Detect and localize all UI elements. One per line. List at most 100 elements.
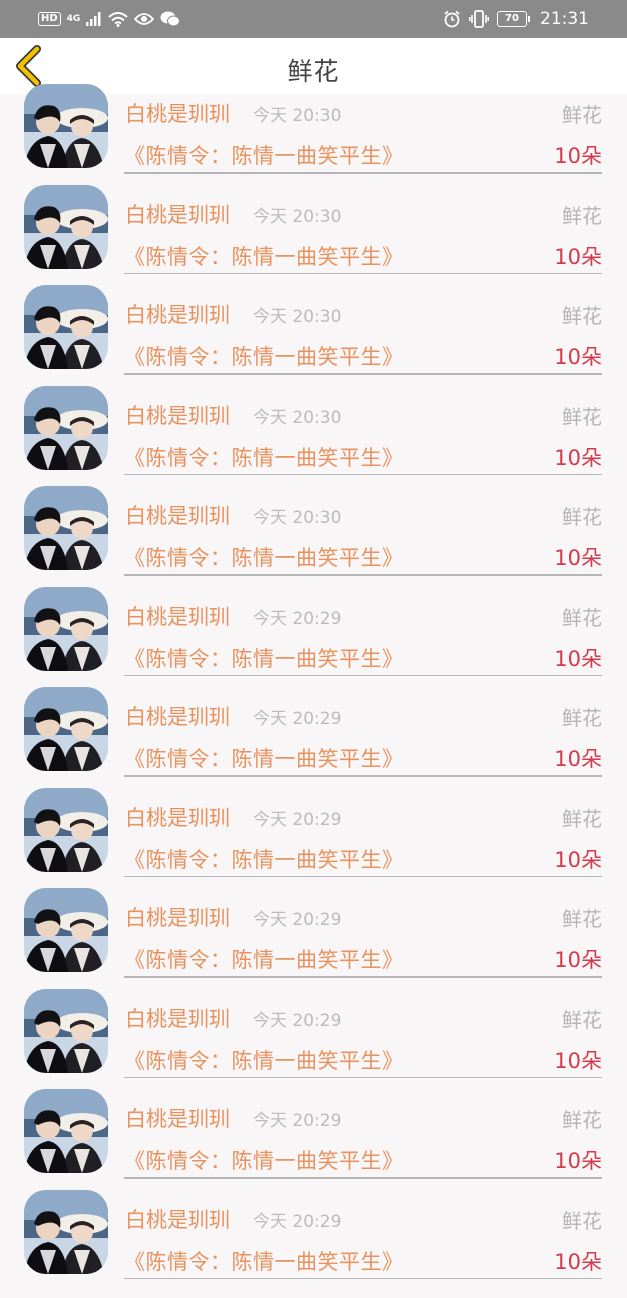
avatar[interactable] bbox=[24, 587, 108, 671]
alarm-icon bbox=[443, 10, 461, 28]
work-title: 《陈情令：陈情一曲笑平生》 bbox=[124, 140, 404, 170]
avatar[interactable] bbox=[24, 185, 108, 269]
list-item[interactable]: 白桃是玔玔 今天 20:29 鲜花 《陈情令：陈情一曲笑平生》 10朵 bbox=[0, 896, 627, 997]
list-item[interactable]: 白桃是玔玔 今天 20:30 鲜花 《陈情令：陈情一曲笑平生》 10朵 bbox=[0, 293, 627, 394]
work-title: 《陈情令：陈情一曲笑平生》 bbox=[124, 1145, 404, 1175]
work-title: 《陈情令：陈情一曲笑平生》 bbox=[124, 1246, 404, 1276]
wechat-icon bbox=[160, 11, 180, 27]
battery-icon: 70 bbox=[497, 11, 530, 27]
avatar[interactable] bbox=[24, 1089, 108, 1173]
divider bbox=[124, 273, 602, 275]
gift-type: 鲜花 bbox=[562, 501, 602, 530]
avatar[interactable] bbox=[24, 84, 108, 168]
gift-time: 今天 20:29 bbox=[253, 1106, 341, 1131]
divider bbox=[124, 373, 602, 375]
clock: 21:31 bbox=[540, 9, 589, 29]
list-item[interactable]: 白桃是玔玔 今天 20:30 鲜花 《陈情令：陈情一曲笑平生》 10朵 bbox=[0, 394, 627, 495]
work-title: 《陈情令：陈情一曲笑平生》 bbox=[124, 743, 404, 773]
divider bbox=[124, 172, 602, 174]
gift-type: 鲜花 bbox=[562, 602, 602, 631]
gift-type: 鲜花 bbox=[562, 200, 602, 229]
work-title: 《陈情令：陈情一曲笑平生》 bbox=[124, 844, 404, 874]
sender-name: 白桃是玔玔 bbox=[125, 299, 230, 329]
list-item[interactable]: 白桃是玔玔 今天 20:29 鲜花 《陈情令：陈情一曲笑平生》 10朵 bbox=[0, 1097, 627, 1198]
gift-count: 10朵 bbox=[554, 743, 602, 773]
gift-time: 今天 20:30 bbox=[253, 101, 341, 126]
gift-type: 鲜花 bbox=[562, 99, 602, 128]
work-title: 《陈情令：陈情一曲笑平生》 bbox=[124, 241, 404, 271]
list-item[interactable]: 白桃是玔玔 今天 20:29 鲜花 《陈情令：陈情一曲笑平生》 10朵 bbox=[0, 997, 627, 1098]
gift-count: 10朵 bbox=[554, 542, 602, 572]
avatar[interactable] bbox=[24, 285, 108, 369]
gift-time: 今天 20:29 bbox=[253, 1207, 341, 1232]
gift-count: 10朵 bbox=[554, 241, 602, 271]
divider bbox=[124, 876, 602, 878]
work-title: 《陈情令：陈情一曲笑平生》 bbox=[124, 542, 404, 572]
network-type: 4G bbox=[67, 15, 81, 24]
divider bbox=[124, 574, 602, 576]
list-item[interactable]: 白桃是玔玔 今天 20:29 鲜花 《陈情令：陈情一曲笑平生》 10朵 bbox=[0, 1198, 627, 1298]
gift-time: 今天 20:30 bbox=[253, 503, 341, 528]
gift-time: 今天 20:29 bbox=[253, 604, 341, 629]
eye-icon bbox=[134, 12, 154, 26]
list-item[interactable]: 白桃是玔玔 今天 20:29 鲜花 《陈情令：陈情一曲笑平生》 10朵 bbox=[0, 796, 627, 897]
hd-badge: HD bbox=[38, 12, 61, 26]
gift-count: 10朵 bbox=[554, 944, 602, 974]
sender-name: 白桃是玔玔 bbox=[125, 1204, 230, 1234]
sender-name: 白桃是玔玔 bbox=[125, 601, 230, 631]
gift-type: 鲜花 bbox=[562, 401, 602, 430]
gift-type: 鲜花 bbox=[562, 300, 602, 329]
signal-icon bbox=[86, 12, 102, 26]
gift-count: 10朵 bbox=[554, 844, 602, 874]
gift-type: 鲜花 bbox=[562, 1205, 602, 1234]
avatar[interactable] bbox=[24, 788, 108, 872]
work-title: 《陈情令：陈情一曲笑平生》 bbox=[124, 944, 404, 974]
gift-count: 10朵 bbox=[554, 1045, 602, 1075]
divider bbox=[124, 1177, 602, 1179]
work-title: 《陈情令：陈情一曲笑平生》 bbox=[124, 442, 404, 472]
divider bbox=[124, 976, 602, 978]
sender-name: 白桃是玔玔 bbox=[125, 1003, 230, 1033]
sender-name: 白桃是玔玔 bbox=[125, 199, 230, 229]
gift-count: 10朵 bbox=[554, 1246, 602, 1276]
divider bbox=[124, 1278, 602, 1280]
sender-name: 白桃是玔玔 bbox=[125, 1103, 230, 1133]
gift-time: 今天 20:29 bbox=[253, 704, 341, 729]
list-item[interactable]: 白桃是玔玔 今天 20:30 鲜花 《陈情令：陈情一曲笑平生》 10朵 bbox=[0, 193, 627, 294]
divider bbox=[124, 675, 602, 677]
gift-type: 鲜花 bbox=[562, 702, 602, 731]
gift-record-list: 白桃是玔玔 今天 20:30 鲜花 《陈情令：陈情一曲笑平生》 10朵 白桃是玔 bbox=[0, 94, 627, 1298]
sender-name: 白桃是玔玔 bbox=[125, 902, 230, 932]
gift-time: 今天 20:30 bbox=[253, 302, 341, 327]
avatar[interactable] bbox=[24, 989, 108, 1073]
avatar[interactable] bbox=[24, 486, 108, 570]
list-item[interactable]: 白桃是玔玔 今天 20:29 鲜花 《陈情令：陈情一曲笑平生》 10朵 bbox=[0, 695, 627, 796]
gift-time: 今天 20:29 bbox=[253, 805, 341, 830]
avatar[interactable] bbox=[24, 1190, 108, 1274]
wifi-icon bbox=[108, 12, 128, 27]
avatar[interactable] bbox=[24, 386, 108, 470]
divider bbox=[124, 474, 602, 476]
avatar[interactable] bbox=[24, 687, 108, 771]
gift-time: 今天 20:30 bbox=[253, 202, 341, 227]
sender-name: 白桃是玔玔 bbox=[125, 500, 230, 530]
gift-type: 鲜花 bbox=[562, 903, 602, 932]
gift-count: 10朵 bbox=[554, 1145, 602, 1175]
sender-name: 白桃是玔玔 bbox=[125, 98, 230, 128]
gift-count: 10朵 bbox=[554, 442, 602, 472]
list-item[interactable]: 白桃是玔玔 今天 20:30 鲜花 《陈情令：陈情一曲笑平生》 10朵 bbox=[0, 494, 627, 595]
vibrate-icon bbox=[469, 10, 489, 28]
avatar[interactable] bbox=[24, 888, 108, 972]
status-bar: HD 4G bbox=[0, 0, 627, 38]
battery-level: 70 bbox=[497, 11, 527, 27]
divider bbox=[124, 775, 602, 777]
divider bbox=[124, 1077, 602, 1079]
gift-count: 10朵 bbox=[554, 643, 602, 673]
list-item[interactable]: 白桃是玔玔 今天 20:29 鲜花 《陈情令：陈情一曲笑平生》 10朵 bbox=[0, 595, 627, 696]
gift-count: 10朵 bbox=[554, 140, 602, 170]
sender-name: 白桃是玔玔 bbox=[125, 400, 230, 430]
sender-name: 白桃是玔玔 bbox=[125, 701, 230, 731]
list-item[interactable]: 白桃是玔玔 今天 20:30 鲜花 《陈情令：陈情一曲笑平生》 10朵 bbox=[0, 92, 627, 193]
work-title: 《陈情令：陈情一曲笑平生》 bbox=[124, 643, 404, 673]
gift-type: 鲜花 bbox=[562, 803, 602, 832]
